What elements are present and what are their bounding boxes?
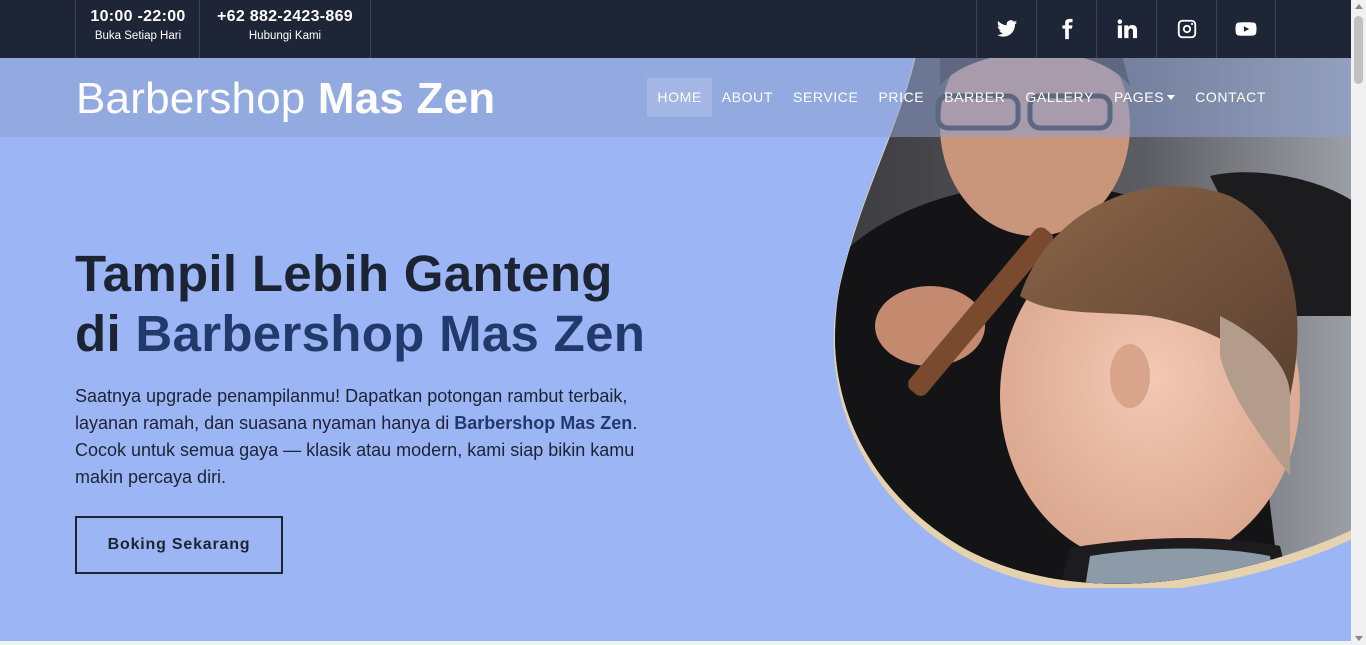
nav-pages-dropdown[interactable]: PAGES (1104, 78, 1185, 117)
nav-home[interactable]: HOME (647, 78, 712, 117)
opening-hours: 10:00 -22:00 Buka Setiap Hari (75, 0, 200, 58)
phone-number: +62 882-2423-869 (216, 8, 354, 25)
top-bar: 10:00 -22:00 Buka Setiap Hari +62 882-24… (0, 0, 1351, 58)
facebook-icon (1061, 18, 1072, 40)
booking-button[interactable]: Boking Sekarang (75, 516, 283, 574)
hero-image (820, 58, 1351, 593)
linkedin-link[interactable] (1096, 0, 1156, 58)
page-scrollbar[interactable] (1351, 0, 1366, 645)
nav-gallery[interactable]: GALLERY (1015, 78, 1104, 117)
nav-barber[interactable]: BARBER (934, 78, 1015, 117)
instagram-icon (1177, 19, 1196, 39)
desc-brand: Barbershop Mas Zen (454, 413, 633, 433)
scroll-down-arrow-icon[interactable] (1355, 636, 1363, 641)
caret-down-icon (1167, 94, 1176, 100)
contact-phone: +62 882-2423-869 Hubungi Kami (199, 0, 371, 58)
nav-pages-label: PAGES (1113, 89, 1165, 105)
opening-hours-label: Buka Setiap Hari (94, 30, 182, 42)
social-links (976, 0, 1276, 58)
hero-section: Tampil Lebih Ganteng di Barbershop Mas Z… (0, 58, 1351, 645)
opening-hours-time: 10:00 -22:00 (90, 8, 186, 25)
headline-highlight: Barbershop Mas Zen (135, 305, 646, 362)
nav-price[interactable]: PRICE (868, 78, 934, 117)
phone-label: Hubungi Kami (248, 30, 322, 42)
page-bottom-edge (0, 641, 1351, 645)
linkedin-icon (1117, 19, 1137, 39)
instagram-link[interactable] (1156, 0, 1216, 58)
nav-service[interactable]: SERVICE (783, 78, 868, 117)
headline-prefix: di (75, 305, 136, 362)
youtube-link[interactable] (1216, 0, 1276, 58)
nav-contact[interactable]: CONTACT (1185, 78, 1276, 117)
brand-logo[interactable]: Barbershop Mas Zen (76, 74, 495, 124)
hero-headline: Tampil Lebih Ganteng di Barbershop Mas Z… (75, 244, 775, 364)
brand-regular: Barbershop (76, 74, 318, 123)
twitter-icon (996, 20, 1017, 37)
scrollbar-thumb[interactable] (1354, 16, 1363, 84)
navbar: Barbershop Mas Zen HOME ABOUT SERVICE PR… (0, 58, 1351, 137)
hero-description: Saatnya upgrade penampilanmu! Dapatkan p… (75, 383, 675, 491)
twitter-link[interactable] (976, 0, 1036, 58)
youtube-icon (1235, 22, 1257, 36)
nav-about[interactable]: ABOUT (712, 78, 783, 117)
main-menu: HOME ABOUT SERVICE PRICE BARBER GALLERY … (647, 78, 1276, 117)
scroll-up-arrow-icon[interactable] (1355, 4, 1363, 9)
headline-line1: Tampil Lebih Ganteng (75, 245, 613, 302)
brand-bold: Mas Zen (317, 74, 496, 123)
facebook-link[interactable] (1036, 0, 1096, 58)
